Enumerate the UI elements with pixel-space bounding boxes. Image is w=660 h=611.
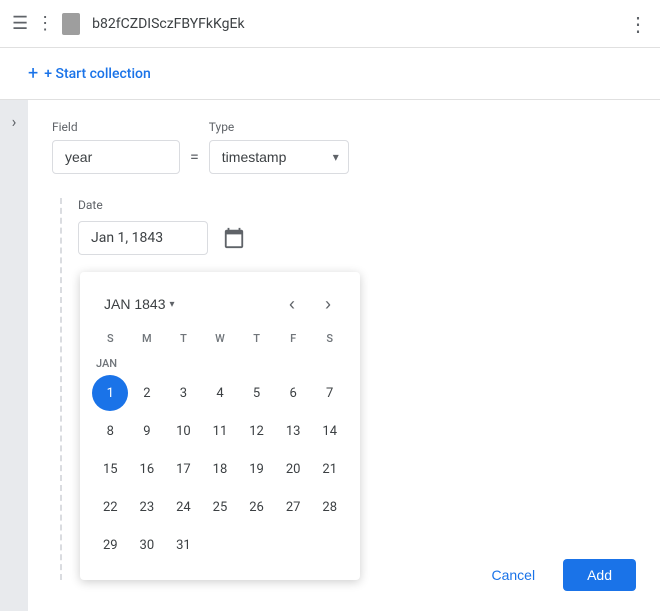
- start-collection-label: + Start collection: [44, 66, 151, 82]
- add-button[interactable]: Add: [563, 559, 636, 591]
- cal-day-empty-3: [275, 527, 311, 563]
- equals-sign: =: [190, 147, 199, 166]
- date-input[interactable]: Jan 1, 1843: [78, 221, 208, 255]
- cal-day-4[interactable]: 4: [202, 375, 238, 411]
- nav-arrows: ‹ ›: [276, 288, 344, 320]
- cal-day-26[interactable]: 26: [239, 489, 275, 525]
- field-label: Field: [52, 120, 180, 134]
- month-year-dropdown-icon: ▾: [169, 299, 174, 310]
- calendar-button[interactable]: [216, 220, 252, 256]
- date-input-row: Jan 1, 1843: [78, 220, 636, 256]
- cal-day-1[interactable]: 1: [92, 375, 128, 411]
- cal-day-20[interactable]: 20: [275, 451, 311, 487]
- prev-arrow-icon: ‹: [289, 294, 295, 315]
- day-header-fri: F: [275, 328, 312, 349]
- cal-day-19[interactable]: 19: [239, 451, 275, 487]
- more-options-icon[interactable]: ⋮: [628, 12, 648, 36]
- top-bar: ☰ ⋮ b82fCZDISczFBYFkKgEk ⋮: [0, 0, 660, 48]
- field-column: Field: [52, 120, 180, 174]
- cal-day-30[interactable]: 30: [129, 527, 165, 563]
- left-toggle[interactable]: ›: [0, 100, 28, 611]
- cal-day-6[interactable]: 6: [275, 375, 311, 411]
- calendar-header: JAN 1843 ▾ ‹ ›: [92, 280, 348, 328]
- cal-day-29[interactable]: 29: [92, 527, 128, 563]
- cal-day-27[interactable]: 27: [275, 489, 311, 525]
- cal-day-empty-1: [202, 527, 238, 563]
- cal-day-17[interactable]: 17: [165, 451, 201, 487]
- cal-day-28[interactable]: 28: [312, 489, 348, 525]
- calendar-popup: JAN 1843 ▾ ‹ ›: [80, 272, 360, 580]
- cancel-button[interactable]: Cancel: [475, 559, 551, 591]
- cal-day-14[interactable]: 14: [312, 413, 348, 449]
- date-section: Date Jan 1, 1843 JAN 1843 ▾: [78, 198, 636, 580]
- month-label: JAN: [96, 357, 348, 370]
- cal-day-16[interactable]: 16: [129, 451, 165, 487]
- field-row: Field = Type timestamp string number boo…: [52, 120, 636, 174]
- prev-month-button[interactable]: ‹: [276, 288, 308, 320]
- calendar-grid: 1 2 3 4 5 6 7 8 9 10 11 12 13 1: [92, 374, 348, 564]
- action-buttons: Cancel Add: [475, 543, 636, 591]
- cal-day-5[interactable]: 5: [239, 375, 275, 411]
- cal-day-empty-4: [312, 527, 348, 563]
- cal-day-2[interactable]: 2: [129, 375, 165, 411]
- cal-day-11[interactable]: 11: [202, 413, 238, 449]
- month-year-label: JAN 1843: [104, 296, 165, 312]
- next-month-button[interactable]: ›: [312, 288, 344, 320]
- second-bar: + + Start collection: [0, 48, 660, 100]
- plus-icon: +: [28, 63, 38, 84]
- cal-day-10[interactable]: 10: [165, 413, 201, 449]
- day-header-mon: M: [129, 328, 166, 349]
- doc-title: b82fCZDISczFBYFkKgEk: [92, 16, 620, 32]
- day-header-sun: S: [92, 328, 129, 349]
- main-area: › Field = Type timestamp string number b…: [0, 100, 660, 611]
- cal-day-15[interactable]: 15: [92, 451, 128, 487]
- next-arrow-icon: ›: [325, 294, 331, 315]
- panel: Field = Type timestamp string number boo…: [28, 100, 660, 611]
- cal-day-9[interactable]: 9: [129, 413, 165, 449]
- date-label: Date: [78, 198, 636, 212]
- cal-day-24[interactable]: 24: [165, 489, 201, 525]
- start-collection-button[interactable]: + + Start collection: [16, 55, 163, 92]
- cal-day-8[interactable]: 8: [92, 413, 128, 449]
- chevron-right-icon: ›: [12, 112, 17, 131]
- doc-icon: [62, 13, 80, 35]
- date-section-wrapper: Date Jan 1, 1843 JAN 1843 ▾: [60, 198, 636, 580]
- calendar-svg-icon: [223, 227, 245, 249]
- day-header-tue: T: [165, 328, 202, 349]
- day-header-sat: S: [311, 328, 348, 349]
- cal-day-18[interactable]: 18: [202, 451, 238, 487]
- cal-day-31[interactable]: 31: [165, 527, 201, 563]
- cal-day-3[interactable]: 3: [165, 375, 201, 411]
- cal-day-22[interactable]: 22: [92, 489, 128, 525]
- type-select-wrapper: timestamp string number boolean map arra…: [209, 140, 349, 174]
- top-bar-left-icons: ☰ ⋮: [12, 13, 54, 34]
- cal-day-12[interactable]: 12: [239, 413, 275, 449]
- dots-menu-icon[interactable]: ⋮: [36, 13, 54, 34]
- type-label: Type: [209, 120, 349, 134]
- day-header-thu: T: [238, 328, 275, 349]
- cal-day-25[interactable]: 25: [202, 489, 238, 525]
- day-headers: S M T W T F S: [92, 328, 348, 349]
- field-input[interactable]: [52, 140, 180, 174]
- hamburger-icon[interactable]: ☰: [12, 13, 28, 34]
- type-select[interactable]: timestamp string number boolean map arra…: [209, 140, 349, 174]
- type-column: Type timestamp string number boolean map…: [209, 120, 349, 174]
- cal-day-23[interactable]: 23: [129, 489, 165, 525]
- day-header-wed: W: [202, 328, 239, 349]
- cal-day-7[interactable]: 7: [312, 375, 348, 411]
- cal-day-empty-2: [239, 527, 275, 563]
- cal-day-21[interactable]: 21: [312, 451, 348, 487]
- cal-day-13[interactable]: 13: [275, 413, 311, 449]
- month-year-button[interactable]: JAN 1843 ▾: [96, 292, 183, 316]
